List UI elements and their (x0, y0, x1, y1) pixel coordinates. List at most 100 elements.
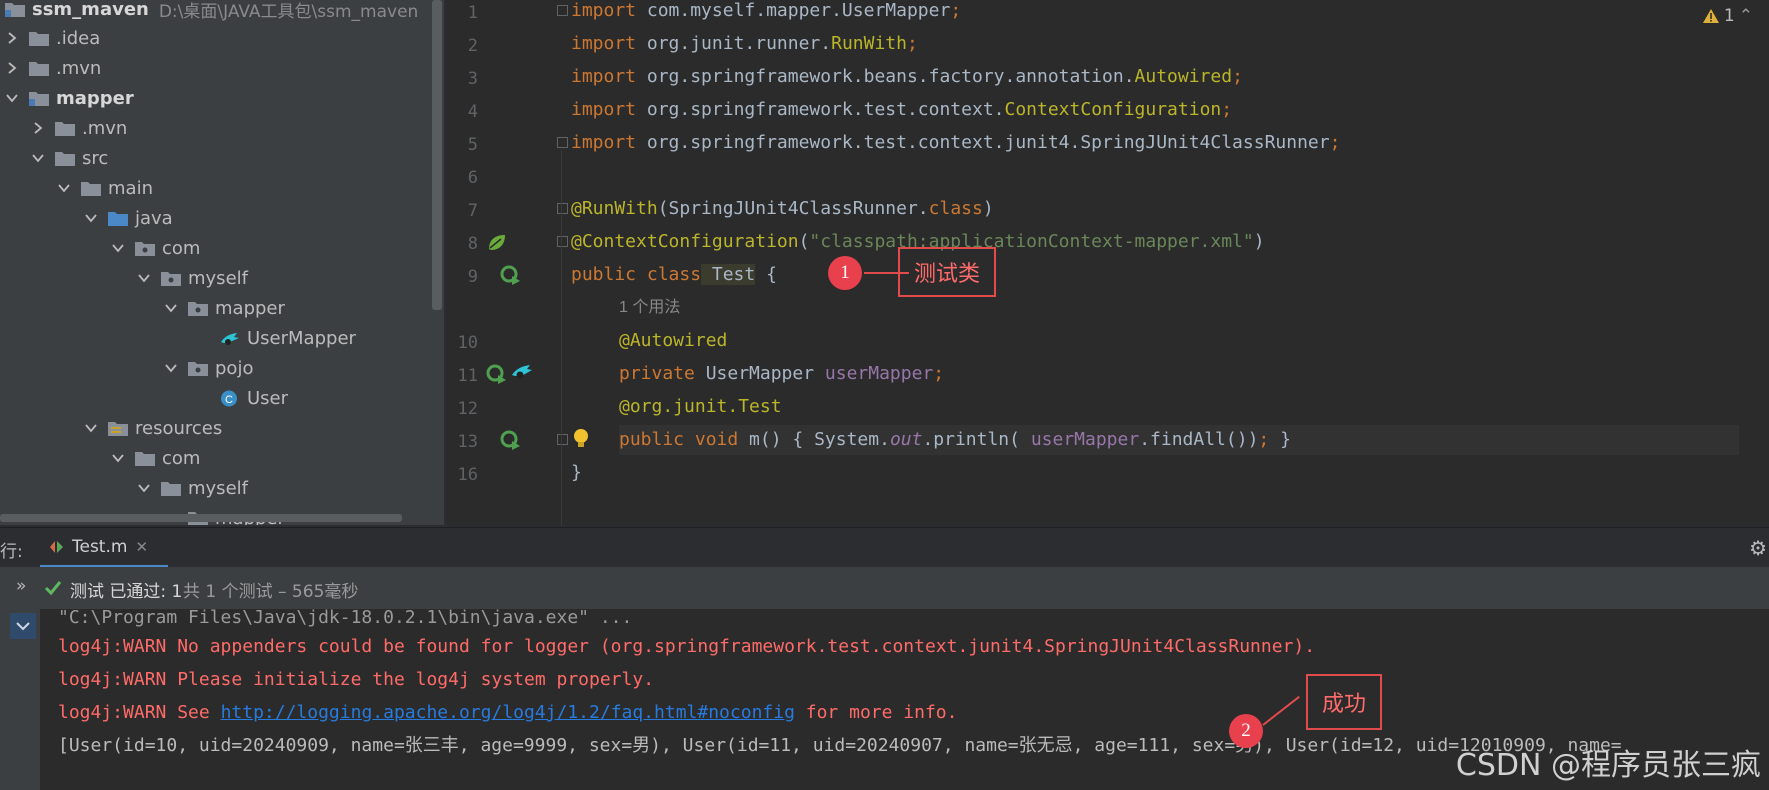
tree-item-java[interactable]: java (83, 203, 173, 233)
semicolon: ; (1329, 132, 1341, 153)
code-editor[interactable]: 1 ⌃ 1 2 3 4 5 6 7 8 9 10 11 12 13 16 imp… (446, 0, 1769, 525)
tree-item-label: resources (135, 417, 223, 439)
usage-hint[interactable]: 1 个用法 (619, 293, 680, 323)
code-line-16[interactable]: } (571, 458, 582, 488)
chevron-down-icon[interactable] (163, 300, 179, 316)
tree-item-label: com (162, 447, 201, 469)
run-tab[interactable]: Test.m ✕ (40, 528, 168, 568)
tree-item-resources[interactable]: resources (83, 413, 222, 443)
tree-item-myself[interactable]: myself (136, 263, 248, 293)
fold-marker[interactable] (557, 236, 568, 247)
tree-item-label: pojo (215, 357, 254, 379)
package-icon (135, 241, 155, 256)
folder-icon (29, 31, 49, 46)
code-line-1[interactable]: import com.myself.mapper.UserMapper; (571, 0, 961, 26)
line-number: 11 (457, 366, 478, 386)
console-text: for more info. (794, 702, 958, 723)
resources-folder-icon (108, 421, 128, 436)
tree-item-mapper-pkg[interactable]: mapper (163, 293, 285, 323)
tree-item-root[interactable]: ssm_maven D:\桌面\JAVA工具包\ssm_maven (4, 0, 418, 24)
tree-item-res-com[interactable]: com (110, 443, 200, 473)
tree-item-usermapper[interactable]: UserMapper (219, 323, 356, 353)
tree-item-label: myself (188, 267, 248, 289)
tree-item-label: User (247, 387, 289, 409)
line-number: 9 (467, 267, 478, 287)
fold-marker[interactable] (557, 434, 568, 445)
chevron-right-icon[interactable] (4, 30, 20, 46)
gear-icon[interactable]: ⚙ (1749, 536, 1767, 560)
run-test-icon[interactable] (486, 363, 508, 385)
code-line-5[interactable]: import org.springframework.test.context.… (571, 128, 1340, 158)
inspection-widget[interactable]: 1 ⌃ (1702, 6, 1753, 26)
chevron-right-icon[interactable] (30, 120, 46, 136)
fold-marker[interactable] (557, 137, 568, 148)
line-number: 4 (467, 102, 478, 122)
code-line-7[interactable]: @RunWith(SpringJUnit4ClassRunner.class) (571, 194, 994, 224)
tree-vertical-scrollbar[interactable] (432, 0, 442, 310)
code-line-9[interactable]: public class Test { (571, 260, 777, 290)
source-folder-icon (108, 211, 128, 226)
chevron-down-icon[interactable] (110, 240, 126, 256)
tree-item-res-myself[interactable]: myself (136, 473, 248, 503)
code-line-12[interactable]: @org.junit.Test (619, 392, 782, 422)
console-gutter (0, 609, 40, 790)
expand-toolbar-icon[interactable]: » (16, 576, 26, 596)
indent-guide (561, 150, 562, 525)
run-test-icon[interactable] (500, 429, 522, 451)
semicolon: ; (950, 0, 962, 21)
console-warning-line: log4j:WARN See http://logging.apache.org… (58, 698, 957, 728)
code-line-4[interactable]: import org.springframework.test.context.… (571, 95, 1232, 125)
chevron-down-icon[interactable] (83, 210, 99, 226)
run-test-icon[interactable] (500, 264, 522, 286)
tree-item-pojo[interactable]: pojo (163, 353, 253, 383)
chevron-down-icon[interactable] (163, 360, 179, 376)
chevron-down-icon[interactable] (110, 450, 126, 466)
code-text: ) (1253, 231, 1265, 252)
run-prefix-label: 行: (0, 542, 23, 562)
log4j-faq-link[interactable]: http://logging.apache.org/log4j/1.2/faq.… (221, 702, 795, 723)
class-ref: ContextConfiguration (1004, 99, 1222, 120)
folder-icon (135, 451, 155, 466)
semicolon: ; (1221, 99, 1233, 120)
tree-item-label: com (162, 237, 201, 259)
mybatis-bird-icon[interactable] (510, 362, 534, 382)
tree-item-label: java (135, 207, 173, 229)
svg-text:C: C (225, 394, 233, 406)
chevron-down-icon[interactable] (136, 480, 152, 496)
chevron-down-icon[interactable] (136, 270, 152, 286)
fold-marker[interactable] (557, 203, 568, 214)
chevron-down-icon[interactable] (30, 150, 46, 166)
tree-item-src[interactable]: src (30, 143, 108, 173)
tree-item-user[interactable]: C User (219, 383, 288, 413)
tree-horizontal-scrollbar[interactable] (0, 514, 402, 522)
code-line-2[interactable]: import org.junit.runner.RunWith; (571, 29, 918, 59)
line-number: 1 (467, 3, 478, 23)
folder-icon (81, 181, 101, 196)
chevron-right-icon[interactable] (4, 60, 20, 76)
console-warning-line: log4j:WARN Please initialize the log4j s… (58, 669, 655, 690)
code-text: org.springframework.test.context. (636, 99, 1005, 120)
chevron-up-icon[interactable]: ⌃ (1739, 6, 1753, 26)
tree-item-mvn-sub[interactable]: .mvn (30, 113, 127, 143)
chevron-down-icon[interactable] (4, 90, 20, 106)
tree-item-com[interactable]: com (110, 233, 200, 263)
semicolon: ; (906, 33, 918, 54)
fold-marker[interactable] (557, 5, 568, 16)
code-line-3[interactable]: import org.springframework.beans.factory… (571, 62, 1243, 92)
chevron-down-icon[interactable] (56, 180, 72, 196)
tree-item-idea[interactable]: .idea (4, 23, 100, 53)
tree-item-main[interactable]: main (56, 173, 153, 203)
chevron-down-icon[interactable] (83, 420, 99, 436)
spring-bean-icon[interactable] (486, 232, 508, 252)
tree-item-label: main (108, 177, 153, 199)
tree-item-label: mapper (215, 297, 285, 319)
tree-item-mvn[interactable]: .mvn (4, 53, 101, 83)
keyword: class (928, 198, 983, 219)
close-icon[interactable]: ✕ (135, 538, 148, 556)
code-line-13[interactable]: public void m() { System.out.println( us… (619, 425, 1739, 455)
scroll-to-end-button[interactable] (10, 613, 36, 639)
code-line-11[interactable]: private UserMapper userMapper; (619, 359, 944, 389)
tree-item-mapper-module[interactable]: mapper (4, 83, 134, 113)
code-line-10[interactable]: @Autowired (619, 326, 727, 356)
lightbulb-icon[interactable] (572, 428, 590, 450)
